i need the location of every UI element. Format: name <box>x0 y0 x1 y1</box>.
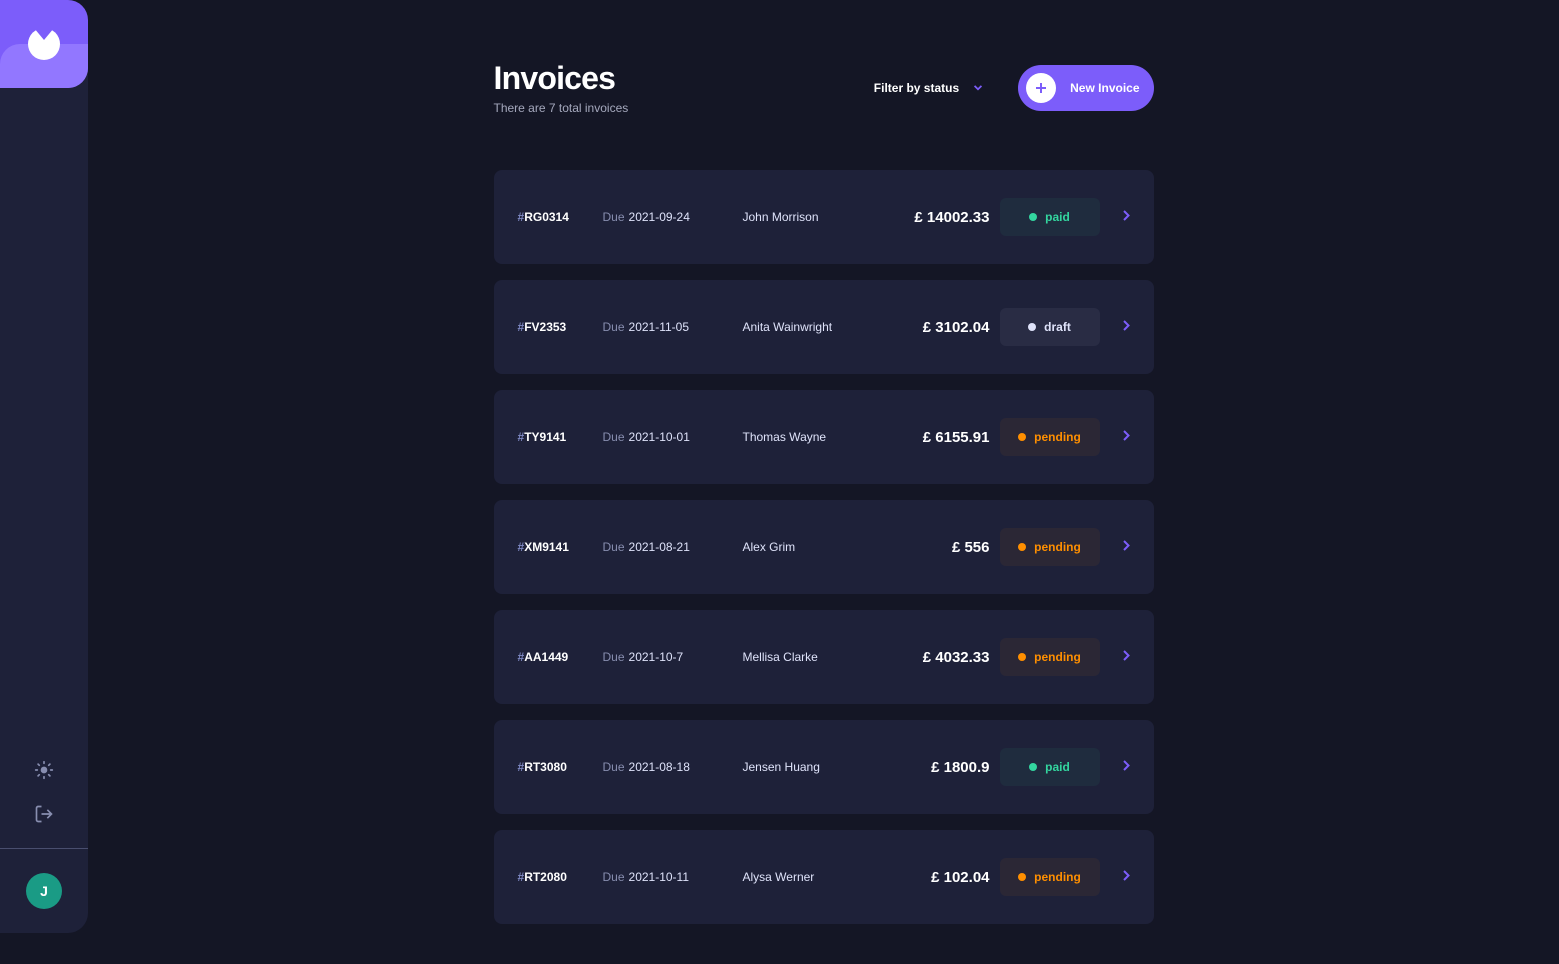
status-text: pending <box>1034 650 1081 664</box>
status-badge: paid <box>1000 748 1100 786</box>
invoice-client: Anita Wainwright <box>743 320 865 334</box>
chevron-down-icon <box>973 85 983 91</box>
invoice-list: #RG0314 Due2021-09-24 John Morrison £ 14… <box>494 170 1154 924</box>
invoice-id: #RT3080 <box>518 760 593 774</box>
new-invoice-button[interactable]: New Invoice <box>1018 65 1153 111</box>
sun-icon <box>34 760 54 780</box>
invoice-item[interactable]: #FV2353 Due2021-11-05 Anita Wainwright £… <box>494 280 1154 374</box>
invoice-due-date: Due2021-09-24 <box>603 210 733 224</box>
invoice-id: #AA1449 <box>518 650 593 664</box>
chevron-right-icon <box>1110 648 1130 666</box>
page-header: Invoices There are 7 total invoices Filt… <box>494 60 1154 115</box>
invoice-due-date: Due2021-08-18 <box>603 760 733 774</box>
status-dot-icon <box>1029 213 1037 221</box>
invoice-client: Alysa Werner <box>743 870 865 884</box>
new-invoice-label: New Invoice <box>1070 81 1139 95</box>
invoice-id: #RG0314 <box>518 210 593 224</box>
invoice-id: #FV2353 <box>518 320 593 334</box>
invoice-client: John Morrison <box>743 210 865 224</box>
invoice-due-date: Due2021-08-21 <box>603 540 733 554</box>
invoice-count-text: There are 7 total invoices <box>494 101 874 115</box>
status-badge: draft <box>1000 308 1100 346</box>
invoice-due-date: Due2021-11-05 <box>603 320 733 334</box>
invoice-client: Alex Grim <box>743 540 865 554</box>
invoice-due-date: Due2021-10-01 <box>603 430 733 444</box>
content-wrapper: Invoices There are 7 total invoices Filt… <box>494 60 1154 924</box>
invoice-amount: £ 14002.33 <box>875 209 990 226</box>
theme-toggle-button[interactable] <box>34 760 54 780</box>
invoice-id: #RT2080 <box>518 870 593 884</box>
invoice-client: Mellisa Clarke <box>743 650 865 664</box>
status-text: pending <box>1034 430 1081 444</box>
logout-icon <box>34 804 54 824</box>
invoice-amount: £ 3102.04 <box>875 319 990 336</box>
invoice-client: Thomas Wayne <box>743 430 865 444</box>
header-left: Invoices There are 7 total invoices <box>494 60 874 115</box>
plus-icon <box>1026 73 1056 103</box>
status-dot-icon <box>1018 543 1026 551</box>
invoice-amount: £ 4032.33 <box>875 649 990 666</box>
invoice-item[interactable]: #RT2080 Due2021-10-11 Alysa Werner £ 102… <box>494 830 1154 924</box>
status-badge: pending <box>1000 858 1100 896</box>
invoice-client: Jensen Huang <box>743 760 865 774</box>
status-text: paid <box>1045 760 1070 774</box>
chevron-right-icon <box>1110 758 1130 776</box>
invoice-due-date: Due2021-10-7 <box>603 650 733 664</box>
avatar-container: J <box>0 849 88 933</box>
invoice-id: #TY9141 <box>518 430 593 444</box>
filter-button[interactable]: Filter by status <box>874 81 983 95</box>
status-dot-icon <box>1018 653 1026 661</box>
chevron-right-icon <box>1110 538 1130 556</box>
status-text: draft <box>1044 320 1071 334</box>
status-dot-icon <box>1018 433 1026 441</box>
invoice-item[interactable]: #RT3080 Due2021-08-18 Jensen Huang £ 180… <box>494 720 1154 814</box>
status-badge: paid <box>1000 198 1100 236</box>
sidebar-controls <box>0 736 88 848</box>
chevron-right-icon <box>1110 428 1130 446</box>
status-dot-icon <box>1018 873 1026 881</box>
invoice-item[interactable]: #XM9141 Due2021-08-21 Alex Grim £ 556 pe… <box>494 500 1154 594</box>
sidebar: J <box>0 0 88 933</box>
logo-icon <box>28 28 60 60</box>
logo-container[interactable] <box>0 0 88 88</box>
status-badge: pending <box>1000 528 1100 566</box>
chevron-right-icon <box>1110 318 1130 336</box>
status-badge: pending <box>1000 418 1100 456</box>
status-badge: pending <box>1000 638 1100 676</box>
status-text: pending <box>1034 870 1081 884</box>
invoice-due-date: Due2021-10-11 <box>603 870 733 884</box>
chevron-right-icon <box>1110 208 1130 226</box>
status-text: pending <box>1034 540 1081 554</box>
invoice-amount: £ 6155.91 <box>875 429 990 446</box>
avatar[interactable]: J <box>26 873 62 909</box>
chevron-right-icon <box>1110 868 1130 886</box>
invoice-item[interactable]: #RG0314 Due2021-09-24 John Morrison £ 14… <box>494 170 1154 264</box>
invoice-item[interactable]: #AA1449 Due2021-10-7 Mellisa Clarke £ 40… <box>494 610 1154 704</box>
invoice-id: #XM9141 <box>518 540 593 554</box>
status-dot-icon <box>1029 763 1037 771</box>
logout-button[interactable] <box>34 804 54 824</box>
filter-label: Filter by status <box>874 81 959 95</box>
status-text: paid <box>1045 210 1070 224</box>
main-content: Invoices There are 7 total invoices Filt… <box>88 0 1559 964</box>
invoice-amount: £ 1800.9 <box>875 759 990 776</box>
invoice-item[interactable]: #TY9141 Due2021-10-01 Thomas Wayne £ 615… <box>494 390 1154 484</box>
status-dot-icon <box>1028 323 1036 331</box>
header-right: Filter by status New Invoice <box>874 65 1154 111</box>
invoice-amount: £ 556 <box>875 539 990 556</box>
invoice-amount: £ 102.04 <box>875 869 990 886</box>
page-title: Invoices <box>494 60 874 97</box>
